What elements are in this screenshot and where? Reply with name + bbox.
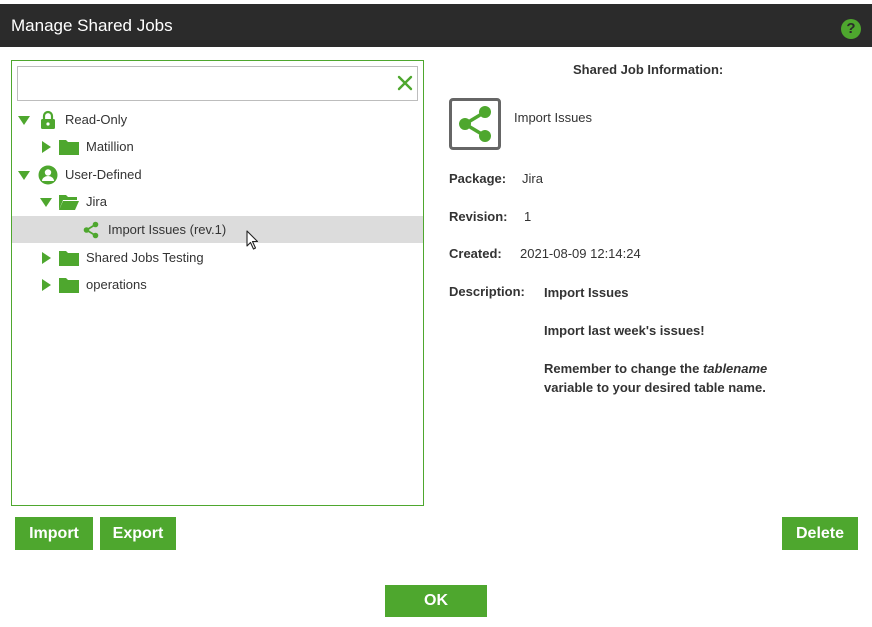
expand-right-icon[interactable] [40, 279, 52, 291]
revision-label: Revision: [449, 209, 508, 224]
package-label: Package: [449, 171, 507, 186]
delete-button[interactable]: Delete [782, 517, 858, 550]
tree-item-label: Import Issues (rev.1) [108, 222, 227, 237]
search-input[interactable] [18, 67, 388, 100]
created-label: Created: [449, 246, 502, 261]
tree-item-label: Read-Only [65, 112, 128, 127]
expand-down-icon[interactable] [40, 196, 52, 208]
tree-item-import-issues[interactable]: Import Issues (rev.1) [12, 216, 423, 243]
expand-down-icon[interactable] [18, 169, 30, 181]
tree-item-jira[interactable]: Jira [12, 188, 423, 215]
job-icon [449, 98, 501, 150]
window-title: Manage Shared Jobs [11, 16, 173, 35]
import-button[interactable]: Import [15, 517, 93, 550]
description-line-note-cont: variable to your desired table name. [544, 380, 766, 395]
title-bar: Manage Shared Jobs ? [0, 4, 872, 47]
clear-search-icon[interactable] [396, 74, 414, 92]
tree-item-label: User-Defined [65, 167, 142, 182]
tree-item-label: Jira [86, 194, 107, 209]
description-line-title: Import Issues [544, 285, 629, 300]
shared-jobs-tree-panel: Read-Only Matillion User-Defined Jira Im… [11, 60, 424, 506]
description-note-emphasis: tablename [702, 361, 768, 376]
help-icon[interactable]: ? [841, 19, 861, 39]
tree-item-label: operations [86, 277, 147, 292]
folder-icon [59, 140, 79, 155]
description-label: Description: [449, 284, 525, 299]
package-value: Jira [522, 171, 543, 186]
tree-item-user-defined[interactable]: User-Defined [12, 161, 423, 188]
description-line-summary: Import last week's issues! [544, 323, 705, 338]
user-icon [38, 165, 58, 185]
expand-down-icon[interactable] [18, 114, 30, 126]
folder-open-icon [59, 195, 79, 210]
share-icon [83, 221, 99, 239]
description-line-note: Remember to change the tablename [544, 359, 767, 378]
tree-item-shared-jobs-testing[interactable]: Shared Jobs Testing [12, 244, 423, 271]
description-note-text: Remember to change the [544, 361, 703, 376]
created-value: 2021-08-09 12:14:24 [520, 246, 641, 261]
tree-item-read-only[interactable]: Read-Only [12, 106, 423, 133]
mouse-cursor-icon [246, 230, 259, 250]
search-box [17, 66, 418, 101]
folder-icon [59, 251, 79, 266]
tree-item-label: Shared Jobs Testing [86, 250, 204, 265]
tree-item-matillion[interactable]: Matillion [12, 133, 423, 160]
ok-button[interactable]: OK [385, 585, 487, 617]
folder-icon [59, 278, 79, 293]
job-name: Import Issues [514, 110, 593, 125]
tree-item-label: Matillion [86, 139, 134, 154]
info-heading: Shared Job Information: [573, 62, 724, 77]
share-icon [459, 106, 491, 142]
expand-right-icon[interactable] [40, 141, 52, 153]
lock-icon [41, 110, 55, 129]
tree-item-operations[interactable]: operations [12, 271, 423, 298]
export-button[interactable]: Export [100, 517, 176, 550]
expand-right-icon[interactable] [40, 252, 52, 264]
revision-value: 1 [524, 209, 532, 224]
